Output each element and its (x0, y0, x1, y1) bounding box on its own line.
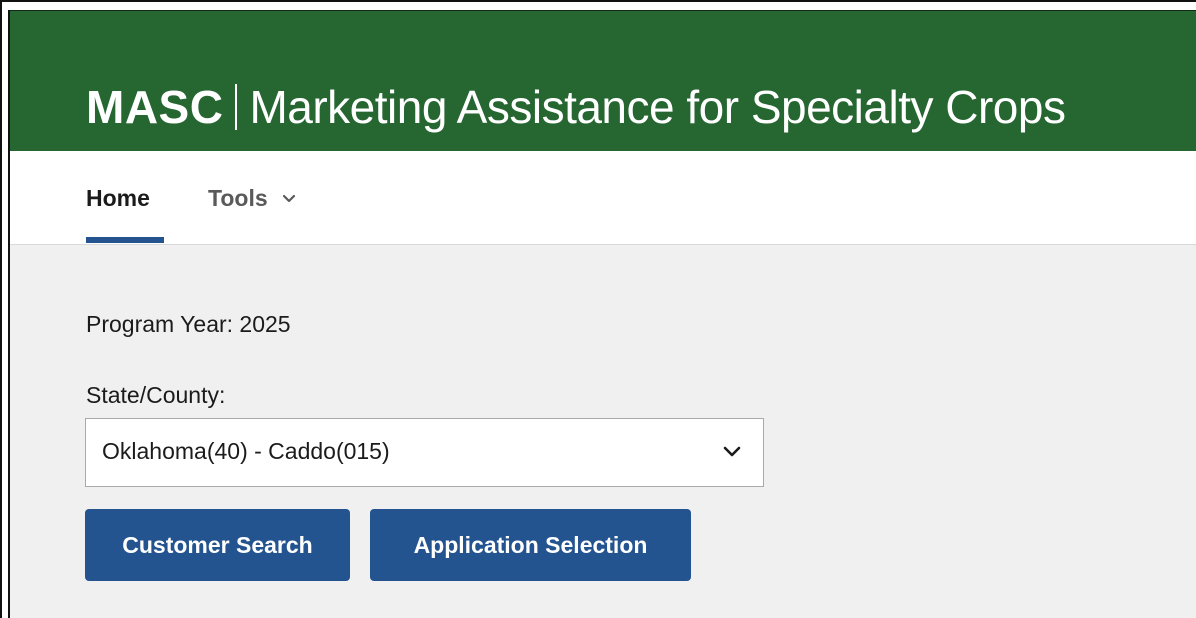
app-header: MASC Marketing Assistance for Specialty … (10, 10, 1196, 152)
state-county-label: State/County: (86, 382, 226, 408)
nav-item-tools[interactable]: Tools (208, 185, 296, 212)
main-nav: Home Tools (10, 151, 1196, 245)
app-acronym: MASC (86, 81, 224, 133)
page-frame: MASC Marketing Assistance for Specialty … (0, 0, 1196, 618)
chevron-down-icon (282, 194, 295, 202)
app-brand[interactable]: MASC Marketing Assistance for Specialty … (86, 81, 1066, 133)
state-county-select[interactable]: Oklahoma(40) - Caddo(015) (85, 418, 764, 487)
brand-divider (235, 84, 238, 130)
nav-item-home[interactable]: Home (86, 185, 150, 212)
state-county-selected-value: Oklahoma(40) - Caddo(015) (102, 438, 390, 464)
app-title: Marketing Assistance for Specialty Crops (249, 81, 1066, 133)
chevron-down-icon (723, 446, 741, 457)
program-year-text: Program Year: 2025 (86, 311, 291, 337)
application-selection-button[interactable]: Application Selection (370, 509, 691, 581)
main-content: Program Year: 2025 State/County: Oklahom… (10, 245, 1196, 618)
nav-item-tools-label: Tools (208, 185, 268, 211)
customer-search-button[interactable]: Customer Search (85, 509, 350, 581)
nav-active-indicator (86, 237, 164, 243)
